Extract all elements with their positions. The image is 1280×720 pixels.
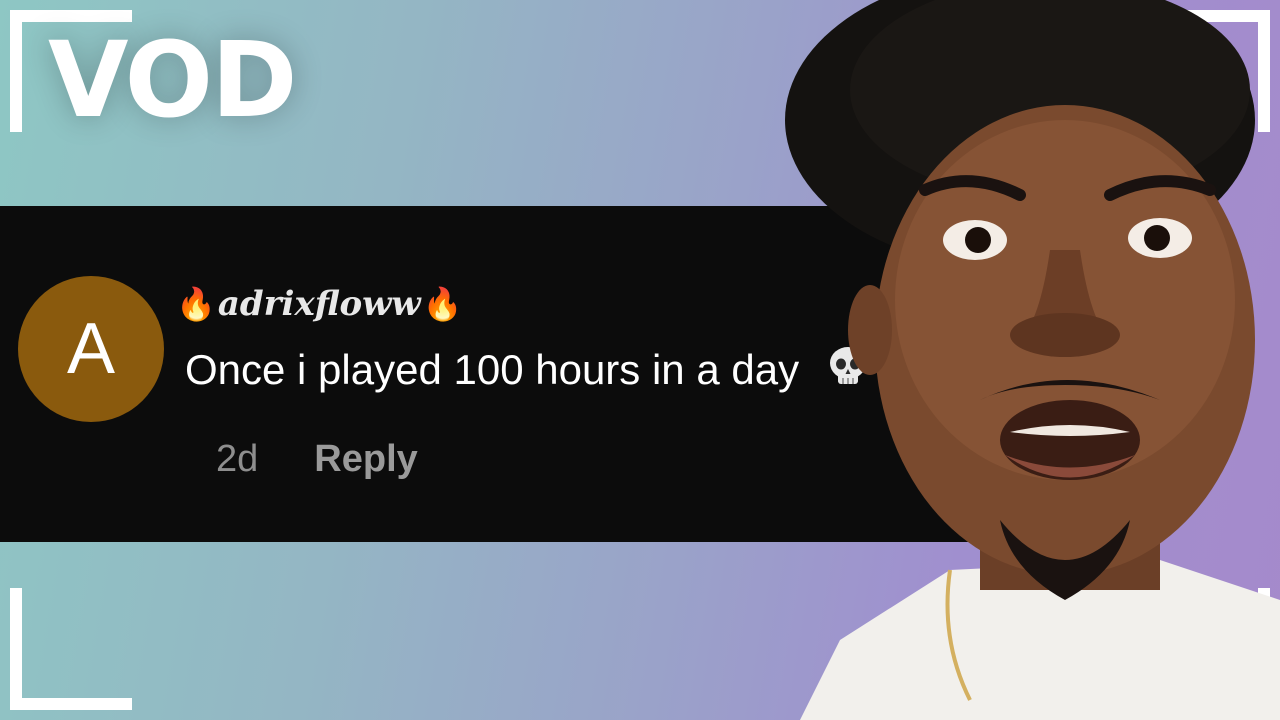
comment-text: Once i played 100 hours in a day	[185, 346, 800, 393]
comment-author[interactable]: 🔥 adrixfloww 🔥	[176, 284, 463, 324]
vod-title: VOD	[48, 19, 297, 141]
comment-meta: 2d Reply	[216, 438, 418, 481]
avatar[interactable]: A	[18, 276, 164, 422]
person-reaction-image	[785, 0, 1280, 720]
fire-icon: 🔥	[176, 285, 216, 323]
reply-button[interactable]: Reply	[314, 438, 417, 481]
fire-icon: 🔥	[422, 285, 463, 323]
avatar-letter: A	[66, 309, 116, 389]
comment-age: 2d	[216, 438, 259, 480]
frame-corner-bottom-left	[10, 588, 132, 710]
username[interactable]: adrixfloww	[218, 284, 421, 324]
